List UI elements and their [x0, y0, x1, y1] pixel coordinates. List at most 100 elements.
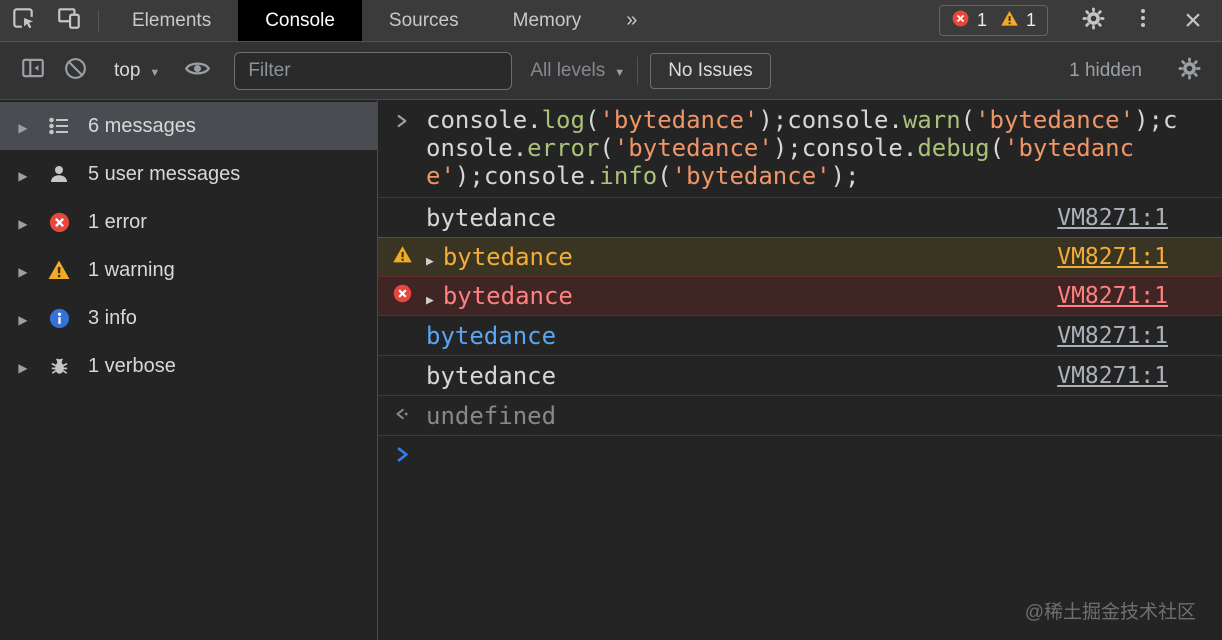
message-text: bytedance [426, 204, 556, 232]
gear-icon [1177, 56, 1202, 86]
close-icon: × [1184, 6, 1202, 36]
sidebar-item-info[interactable]: 3 info [0, 294, 377, 342]
console-sidebar: 6 messages 5 user messages [0, 100, 378, 640]
filter-input[interactable] [234, 52, 512, 90]
sidebar-item-user-messages[interactable]: 5 user messages [0, 150, 377, 198]
console-message-warning: bytedance VM8271:1 [378, 237, 1222, 277]
message-text: bytedance [426, 362, 556, 390]
toggle-device-toolbar-button[interactable] [46, 0, 92, 41]
tab-sources[interactable]: Sources [362, 0, 486, 41]
sidebar-item-label: 1 error [88, 211, 147, 234]
kebab-menu-icon [1131, 6, 1155, 35]
command-echo-text: console.log('bytedance');console.warn('b… [426, 106, 1182, 190]
info-icon [42, 307, 76, 330]
tab-console[interactable]: Console [238, 0, 362, 41]
source-link[interactable]: VM8271:1 [1057, 205, 1168, 231]
message-text: bytedance [426, 322, 556, 350]
console-toolbar: top All levels No Issues 1 hidden [0, 42, 1222, 100]
warning-icon [392, 243, 413, 271]
source-link[interactable]: VM8271:1 [1057, 323, 1168, 349]
console-settings-button[interactable] [1168, 56, 1210, 86]
tab-bar-right-controls: × [1070, 0, 1216, 41]
sidebar-panel-icon [20, 55, 46, 86]
javascript-context-selector[interactable]: top [114, 60, 160, 82]
hidden-messages-count: 1 hidden [1069, 60, 1142, 82]
prompt-chevron-icon [392, 444, 413, 469]
log-levels-label: All levels [530, 60, 605, 82]
bug-icon [42, 355, 76, 378]
chevron-down-icon [149, 60, 160, 82]
warning-icon [42, 258, 76, 282]
sidebar-item-label: 1 verbose [88, 355, 176, 378]
disclosure-triangle-icon[interactable] [10, 115, 36, 138]
warning-count: 1 [1026, 10, 1036, 31]
create-live-expression-button[interactable] [176, 55, 218, 87]
sidebar-item-label: 5 user messages [88, 163, 240, 186]
console-message-debug: bytedance VM8271:1 [378, 316, 1222, 356]
toggle-console-sidebar-button[interactable] [12, 55, 54, 86]
console-message-info: bytedance VM8271:1 [378, 356, 1222, 396]
return-value-icon [392, 402, 412, 430]
sidebar-item-verbose[interactable]: 1 verbose [0, 342, 377, 390]
console-messages-pane[interactable]: console.log('bytedance');console.warn('b… [378, 100, 1222, 640]
console-message-log: bytedance VM8271:1 [378, 198, 1222, 238]
console-result-row: undefined [378, 396, 1222, 436]
command-echo-row: console.log('bytedance');console.warn('b… [378, 100, 1222, 198]
gear-icon [1081, 6, 1106, 36]
message-text: bytedance [443, 282, 573, 310]
more-options-button[interactable] [1120, 6, 1166, 35]
devtools-window: Elements Console Sources Memory » 1 [0, 0, 1222, 640]
inspect-cursor-icon [10, 5, 36, 36]
console-prompt-row[interactable] [378, 436, 1222, 476]
error-icon [392, 282, 413, 310]
console-message-error: bytedance VM8271:1 [378, 276, 1222, 316]
inspect-element-button[interactable] [0, 0, 46, 41]
panel-tabs: Elements Console Sources Memory » [105, 0, 655, 41]
block-icon [63, 56, 88, 86]
disclosure-triangle-icon[interactable] [10, 307, 36, 330]
device-toolbar-icon [56, 5, 82, 36]
no-issues-button[interactable]: No Issues [650, 53, 770, 89]
close-devtools-button[interactable]: × [1170, 6, 1216, 36]
message-text: bytedance [443, 243, 573, 271]
sidebar-item-errors[interactable]: 1 error [0, 198, 377, 246]
user-icon [42, 162, 76, 186]
disclosure-triangle-icon[interactable] [10, 355, 36, 378]
clear-console-button[interactable] [54, 56, 96, 86]
expand-triangle-icon[interactable] [426, 282, 434, 310]
watermark-text: @稀土掘金技术社区 [1025, 597, 1196, 624]
source-link[interactable]: VM8271:1 [1057, 283, 1168, 309]
context-label: top [114, 60, 140, 82]
divider [98, 10, 99, 32]
issues-counter-badge[interactable]: 1 1 [939, 5, 1048, 36]
expand-triangle-icon[interactable] [426, 243, 434, 271]
disclosure-triangle-icon[interactable] [10, 259, 36, 282]
tab-elements[interactable]: Elements [105, 0, 238, 41]
warning-count-icon [1000, 9, 1019, 33]
sidebar-item-warnings[interactable]: 1 warning [0, 246, 377, 294]
log-levels-dropdown[interactable]: All levels [530, 60, 625, 82]
source-link[interactable]: VM8271:1 [1057, 244, 1168, 270]
sidebar-item-all-messages[interactable]: 6 messages [0, 102, 377, 150]
eye-icon [184, 55, 211, 87]
list-icon [42, 114, 76, 138]
tab-memory[interactable]: Memory [486, 0, 609, 41]
chevron-down-icon [614, 60, 625, 82]
more-tabs-button[interactable]: » [608, 0, 655, 41]
settings-button[interactable] [1070, 6, 1116, 36]
sidebar-item-label: 6 messages [88, 115, 196, 138]
chevron-right-icon [392, 111, 412, 135]
error-count: 1 [977, 10, 987, 31]
disclosure-triangle-icon[interactable] [10, 211, 36, 234]
tab-bar-spacer [655, 0, 939, 41]
divider [637, 57, 638, 85]
console-content: 6 messages 5 user messages [0, 100, 1222, 640]
error-icon [42, 211, 76, 234]
source-link[interactable]: VM8271:1 [1057, 363, 1168, 389]
error-count-icon [951, 9, 970, 33]
result-value: undefined [426, 402, 556, 430]
sidebar-item-label: 1 warning [88, 259, 175, 282]
sidebar-item-label: 3 info [88, 307, 137, 330]
disclosure-triangle-icon[interactable] [10, 163, 36, 186]
devtools-tab-bar: Elements Console Sources Memory » 1 [0, 0, 1222, 42]
